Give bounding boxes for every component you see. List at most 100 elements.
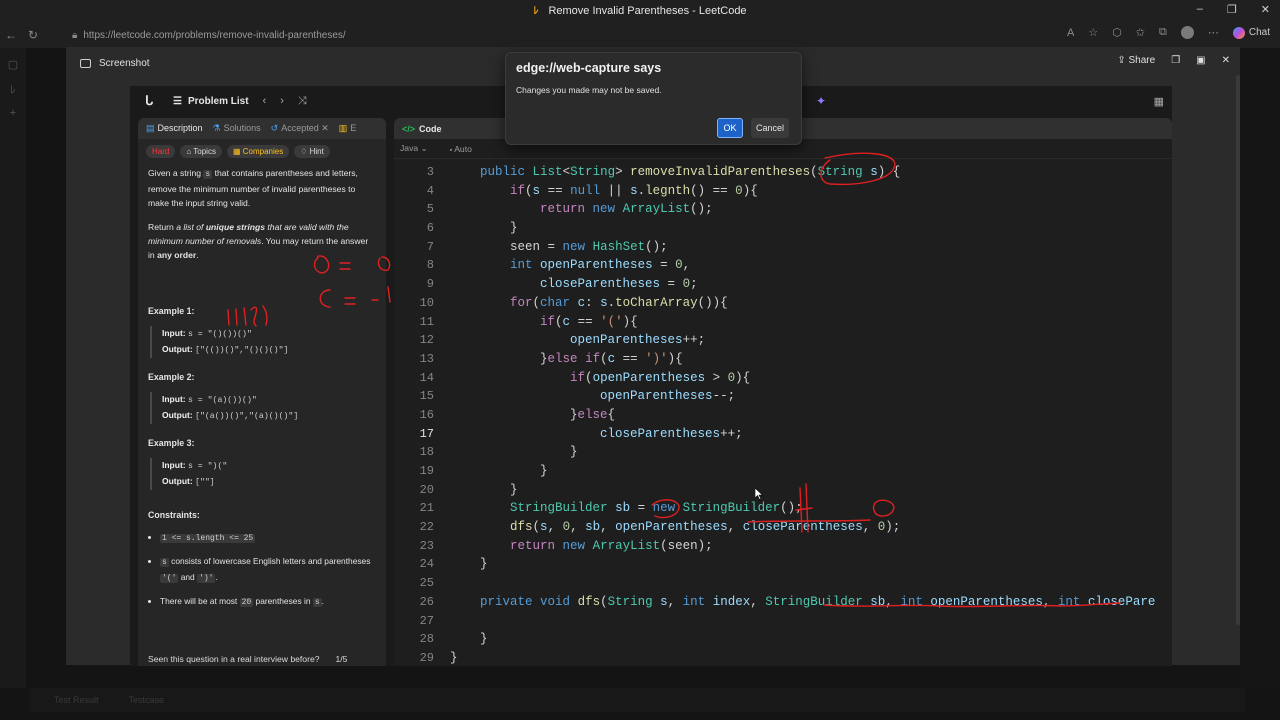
problem-list-label: Problem List (187, 95, 249, 107)
desc-text: Return (148, 222, 177, 232)
solutions-tab-icon: ⚗ (212, 123, 221, 133)
sparkle-icon[interactable]: ✦ (816, 94, 826, 108)
captured-screen: ᒐ ☰ Problem List ‹ › ⤨ ✦ ▦ ▤ Description … (130, 86, 1172, 666)
interview-footer: Seen this question in a real interview b… (148, 654, 347, 664)
input-label: Input: (162, 460, 186, 470)
output-label: Output: (162, 476, 193, 486)
constraint-item: s consists of lowercase English letters … (160, 554, 376, 586)
copy-icon[interactable]: ❐ (1171, 55, 1180, 66)
line-number: 18 (419, 445, 434, 460)
add-tab-icon[interactable]: + (0, 107, 26, 119)
more-icon[interactable]: ⋯ (1208, 26, 1219, 39)
code-editor[interactable]: 3 public List<String> removeInvalidParen… (394, 163, 1172, 666)
input-label: Input: (162, 394, 186, 404)
code-line: 15 openParentheses--; (394, 387, 1172, 406)
tab-editorial[interactable]: ▥ E (339, 123, 357, 134)
address-bar[interactable]: 🔒︎ https://leetcode.com/problems/remove-… (58, 26, 1098, 44)
read-aloud-icon[interactable]: A (1067, 27, 1074, 39)
dialog-message: Changes you made may not be saved. (516, 85, 662, 95)
input-value: s = ")(" (187, 462, 228, 471)
problem-list-button[interactable]: ☰ Problem List (173, 96, 249, 107)
tab-solutions[interactable]: ⚗ Solutions (213, 123, 261, 134)
code-line: 22 dfs(s, 0, sb, openParentheses, closeP… (394, 518, 1172, 537)
collections-icon[interactable]: ⧉ (1159, 26, 1167, 39)
code-line: 26 private void dfs(String s, int index,… (394, 593, 1172, 612)
refresh-icon[interactable]: ↻ (22, 28, 44, 42)
example-block: Input: s = "()())()" Output: ["(())()","… (150, 326, 376, 358)
companies-badge[interactable]: ▦ Companies (226, 145, 290, 158)
profile-avatar[interactable] (1180, 26, 1194, 39)
back-icon[interactable]: ← (0, 28, 22, 42)
code-title: Code (419, 123, 442, 134)
test-result-tab[interactable]: Test Result (54, 695, 99, 705)
constraint-item: 1 <= s.length <= 25 (160, 530, 376, 546)
code-line: 9 closeParentheses = 0; (394, 275, 1172, 294)
overlay-scrollbar[interactable] (1236, 75, 1240, 625)
layout-icon[interactable]: ▦ (1154, 95, 1164, 108)
close-window-button[interactable]: ✕ (1261, 3, 1270, 16)
interview-counter: 1/5 (335, 654, 348, 664)
topics-badge[interactable]: ⌂ Topics (180, 145, 222, 158)
constraint-text: consists of lowercase English letters an… (168, 556, 371, 566)
line-number: 20 (419, 482, 434, 497)
save-icon[interactable]: ▣ (1196, 55, 1205, 66)
description-paragraph-1: Given a string s that contains parenthes… (148, 166, 376, 210)
code-line: 20 } (394, 481, 1172, 500)
code-line: 7 seen = new HashSet(); (394, 238, 1172, 257)
line-number: 24 (419, 557, 434, 572)
close-overlay-icon[interactable]: ✕ (1222, 55, 1230, 66)
overlay-actions: ⇪ Share ❐ ▣ ✕ (1117, 55, 1230, 66)
line-number: 6 (426, 221, 434, 236)
favorite-icon[interactable]: ☆ (1088, 26, 1098, 39)
language-select[interactable]: Java ⌄ (400, 143, 428, 154)
ok-button[interactable]: OK (717, 118, 743, 138)
tab-description[interactable]: ▤ Description (146, 123, 203, 134)
line-number: 11 (419, 314, 434, 329)
cancel-button[interactable]: Cancel (751, 118, 789, 138)
mouse-cursor-icon (755, 488, 763, 500)
code-line: 18 } (394, 443, 1172, 462)
code-line: 29} (394, 649, 1172, 666)
hint-badge[interactable]: ♢ Hint (294, 145, 330, 158)
sidebar-rail: ▢ ﾚ + (0, 48, 26, 688)
window-titlebar: ﾚ Remove Invalid Parentheses - LeetCode … (0, 0, 1280, 22)
topics-label: Topics (193, 147, 216, 156)
line-number: 4 (426, 183, 434, 198)
inline-code: '(' (160, 574, 179, 583)
example-input: Input: s = "()())()" (162, 326, 376, 342)
output-value: [""] (195, 478, 215, 487)
line-number: 22 (419, 520, 434, 535)
tabs-icon[interactable]: ▢ (0, 58, 26, 71)
tab-accepted[interactable]: ↺ Accepted ✕ (271, 123, 329, 134)
output-value: ["(a())()","(a)()()"] (195, 412, 299, 421)
tab-editorial-label: E (350, 123, 357, 133)
code-line: 25 (394, 574, 1172, 593)
chat-button[interactable]: Chat (1232, 26, 1270, 39)
inline-code: s (312, 598, 322, 607)
next-problem-icon[interactable]: › (280, 95, 284, 108)
line-number: 5 (426, 202, 434, 217)
extensions-icon[interactable]: ⬡ (1112, 26, 1122, 39)
share-label: Share (1128, 55, 1156, 66)
prev-problem-icon[interactable]: ‹ (263, 95, 267, 108)
code-line: 16 }else{ (394, 406, 1172, 425)
line-number: 8 (426, 258, 434, 273)
favorites-icon[interactable]: ✩ (1136, 26, 1145, 39)
constraint-text: There will be at most (160, 596, 240, 606)
problem-nav: ‹ › ⤨ (263, 95, 307, 108)
testcase-tab[interactable]: Testcase (129, 695, 165, 705)
input-label: Input: (162, 328, 186, 338)
hint-label: Hint (309, 147, 324, 156)
shuffle-icon[interactable]: ⤨ (298, 95, 307, 108)
url-text: https://leetcode.com/problems/remove-inv… (83, 29, 346, 41)
lock-icon: 🔒︎ (72, 29, 78, 41)
interview-question: Seen this question in a real interview b… (148, 654, 320, 664)
leetcode-logo-icon[interactable]: ᒐ (145, 94, 159, 108)
close-tab-icon[interactable]: ✕ (321, 123, 329, 133)
auto-mode[interactable]: ▪ Auto (450, 144, 472, 154)
leetcode-tab-icon[interactable]: ﾚ (0, 81, 26, 97)
minimize-button[interactable]: – (1197, 3, 1203, 16)
share-button[interactable]: ⇪ Share (1117, 55, 1155, 66)
difficulty-badge: Hard (146, 145, 176, 158)
maximize-button[interactable]: ❐ (1227, 3, 1237, 16)
